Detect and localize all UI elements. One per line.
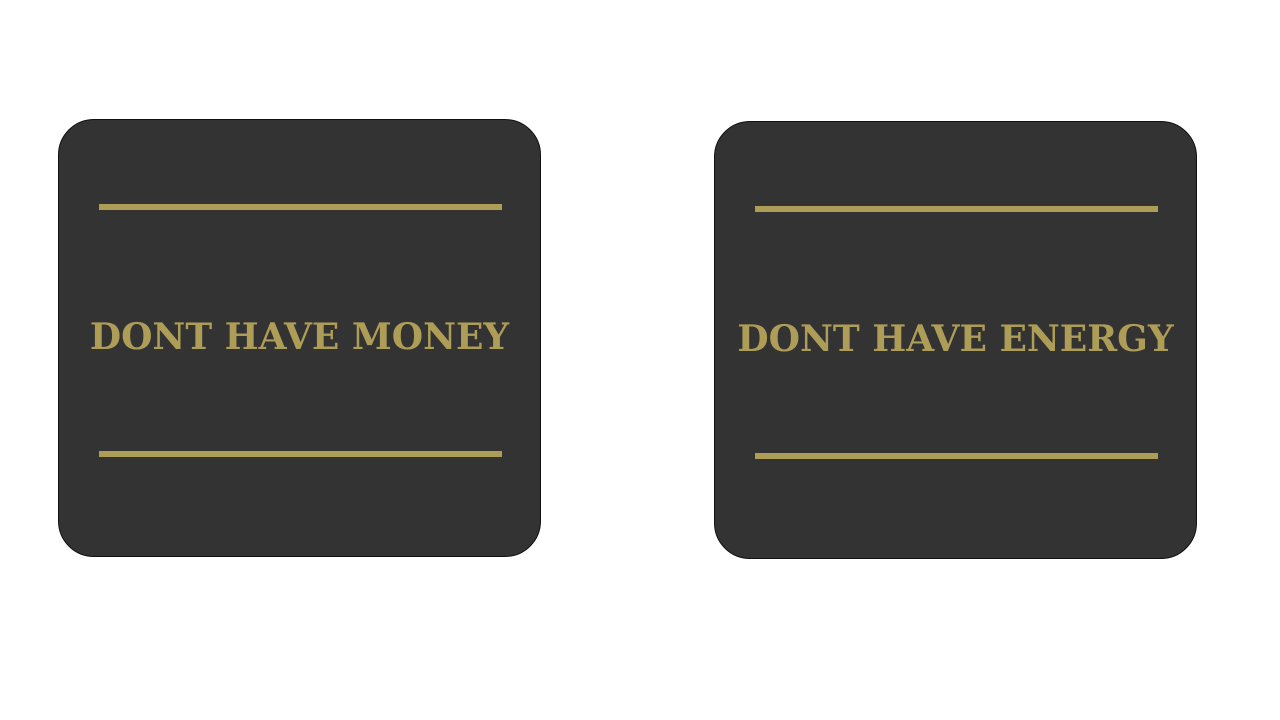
bottom-divider-line [755,453,1158,459]
card-label: DONT HAVE MONEY [89,316,510,358]
card-dont-have-money: DONT HAVE MONEY [58,119,541,557]
top-divider-line [755,206,1158,212]
card-label: DONT HAVE ENERGY [737,318,1174,360]
bottom-divider-line [99,451,502,457]
top-divider-line [99,204,502,210]
card-dont-have-energy: DONT HAVE ENERGY [714,121,1197,559]
